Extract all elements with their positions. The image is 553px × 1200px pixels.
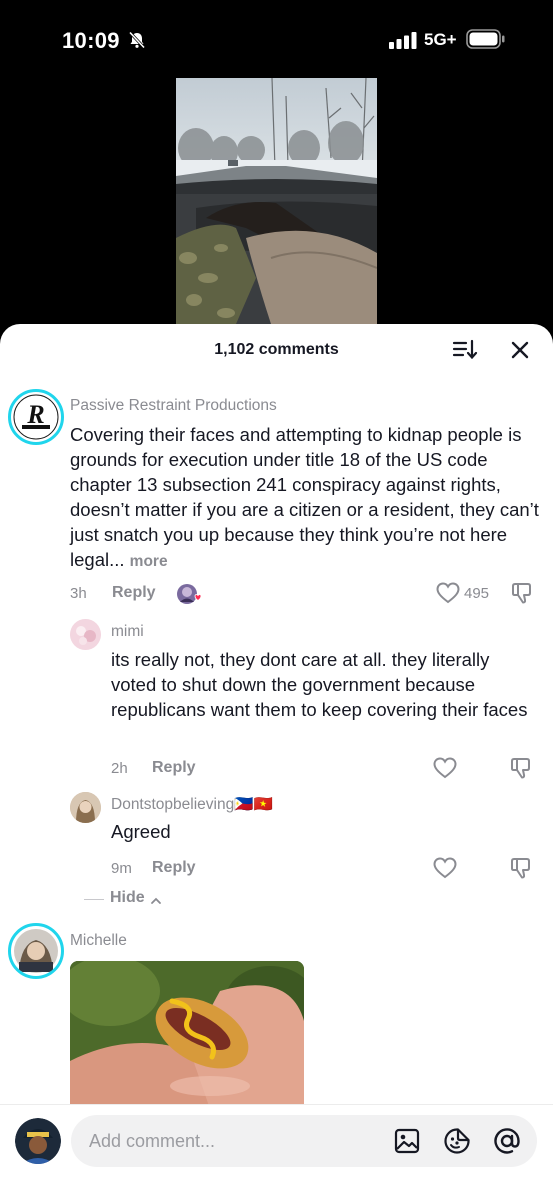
comment-username[interactable]: Michelle [70,932,127,950]
comment-input-bar [0,1104,553,1200]
comments-header: 1,102 comments [0,324,553,376]
hotdog-photo [70,961,304,1109]
close-icon[interactable] [508,338,532,367]
comment-image[interactable] [70,961,304,1109]
chevron-up-icon [150,893,162,911]
dislike-icon[interactable] [509,756,533,785]
comment-text-content: Covering their faces and attempting to k… [70,424,539,570]
battery-icon [466,29,506,54]
reply-button[interactable]: Reply [152,759,196,777]
like-count: 495 [464,585,490,602]
avatar[interactable]: R [8,389,64,445]
heart-icon[interactable] [433,757,457,784]
comment-text: its really not, they dont care at all. t… [111,649,528,720]
avatar[interactable] [70,619,101,650]
comment-time: 3h [70,585,87,602]
reply-button[interactable]: Reply [112,584,156,602]
comment-time: 9m [111,860,132,877]
comment-username[interactable]: mimi [111,623,144,641]
comment-username[interactable]: Passive Restraint Productions [70,397,277,415]
avatar[interactable] [70,792,101,823]
comments-sheet: 1,102 comments R Passive Restraint Produ… [0,324,553,1200]
my-avatar[interactable] [15,1118,61,1164]
status-bar: 10:09 5G+ [0,0,553,80]
network-type: 5G+ [424,30,457,49]
dashcam-video-thumbnail [176,78,377,324]
dislike-icon[interactable] [510,581,534,610]
silent-bell-icon [128,31,146,54]
productions-logo-icon: R [13,394,59,440]
heart-icon[interactable] [436,582,460,609]
reply-button[interactable]: Reply [152,859,196,877]
mention-at-icon[interactable] [493,1127,521,1160]
hide-label: Hide [110,889,145,906]
dislike-icon[interactable] [509,856,533,885]
comment-text: Covering their faces and attempting to k… [70,422,540,574]
more-link[interactable]: more [130,553,168,570]
emoji-sticker-icon[interactable] [443,1127,471,1160]
heart-icon[interactable] [433,857,457,884]
avatar[interactable] [8,923,64,979]
comment-username[interactable]: Dontstopbelieving🇵🇭🇻🇳 [111,795,273,814]
sort-icon[interactable] [452,338,478,367]
image-icon[interactable] [394,1128,420,1159]
divider [84,899,104,900]
comment-time: 2h [111,760,128,777]
flag-emojis: 🇵🇭🇻🇳 [234,796,273,813]
comment-text: Agreed [111,821,171,842]
clock: 10:09 [62,28,120,53]
signal-bars-icon [389,31,419,54]
username-text: Dontstopbelieving [111,796,235,813]
video-thumbnail[interactable] [176,78,377,324]
svg-text:R: R [26,400,44,429]
creator-liked-badge [175,582,203,611]
